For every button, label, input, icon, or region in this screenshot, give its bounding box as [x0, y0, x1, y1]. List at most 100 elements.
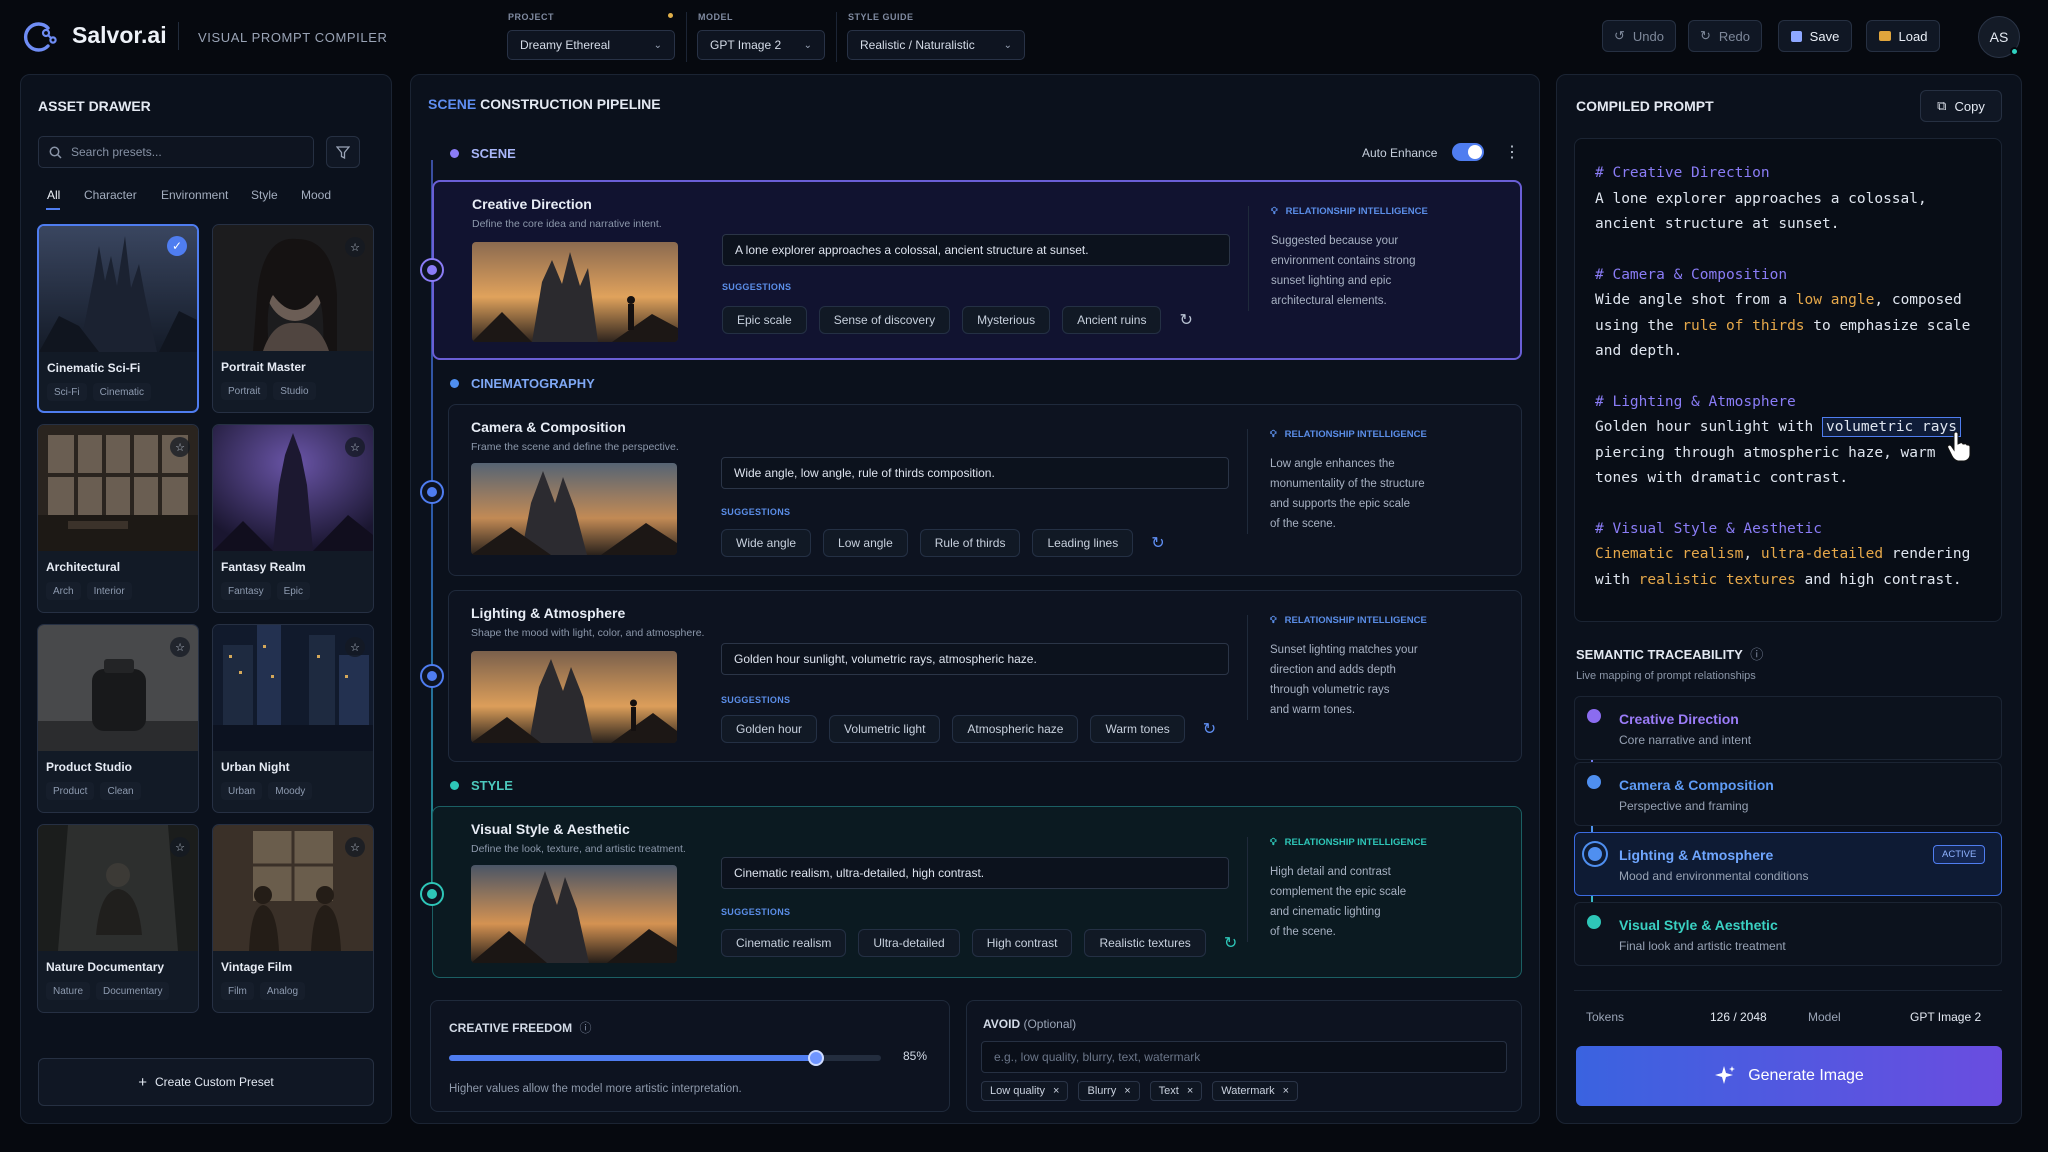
- trace-item-creative-direction[interactable]: Creative Direction Core narrative and in…: [1574, 696, 2002, 760]
- save-button[interactable]: Save: [1778, 20, 1852, 52]
- search-input[interactable]: Search presets...: [38, 136, 314, 168]
- close-icon[interactable]: ×: [1124, 1085, 1130, 1097]
- mouse-cursor-icon: [1946, 432, 1972, 462]
- model-select[interactable]: GPT Image 2 ⌄: [697, 30, 825, 60]
- suggestion-chip[interactable]: Rule of thirds: [919, 529, 1021, 557]
- close-icon[interactable]: ×: [1283, 1085, 1289, 1097]
- favorite-star-icon[interactable]: ☆: [345, 837, 365, 857]
- chevron-down-icon: ⌄: [1003, 39, 1012, 51]
- trace-item-camera-composition[interactable]: Camera & Composition Perspective and fra…: [1574, 762, 2002, 826]
- load-button[interactable]: Load: [1866, 20, 1940, 52]
- refresh-icon[interactable]: ↻: [1151, 533, 1164, 553]
- code-heading: # Lighting & Atmosphere: [1595, 393, 1796, 410]
- favorite-star-icon[interactable]: ☆: [170, 437, 190, 457]
- code-text: rendering: [1883, 546, 1971, 562]
- redo-button[interactable]: ↻ Redo: [1688, 20, 1762, 52]
- step-node[interactable]: [420, 882, 444, 906]
- generate-image-button[interactable]: Generate Image: [1576, 1046, 2002, 1106]
- suggestion-chip[interactable]: Warm tones: [1090, 715, 1185, 743]
- tab-environment[interactable]: Environment: [161, 188, 228, 202]
- trace-item-lighting-atmosphere[interactable]: Lighting & Atmosphere Mood and environme…: [1574, 832, 2002, 896]
- undo-button[interactable]: ↺ Undo: [1602, 20, 1676, 52]
- pipeline-title-accent: SCENE: [428, 96, 477, 112]
- trace-item-visual-style[interactable]: Visual Style & Aesthetic Final look and …: [1574, 902, 2002, 966]
- suggestion-chip[interactable]: Atmospheric haze: [952, 715, 1079, 743]
- ri-line: Sunset lighting matches your: [1270, 644, 1418, 656]
- step-thumbnail: [471, 651, 677, 743]
- compiled-prompt-title: COMPILED PROMPT: [1576, 98, 1714, 114]
- suggestion-chip[interactable]: High contrast: [971, 929, 1073, 957]
- preset-card-architectural[interactable]: ☆ Architectural Arch Interior: [37, 424, 199, 613]
- creative-direction-input[interactable]: A lone explorer approaches a colossal, a…: [722, 234, 1230, 266]
- suggestion-chip[interactable]: Wide angle: [721, 529, 812, 557]
- project-select[interactable]: Dreamy Ethereal ⌄: [507, 30, 675, 60]
- close-icon[interactable]: ×: [1187, 1085, 1193, 1097]
- close-icon[interactable]: ×: [1053, 1085, 1059, 1097]
- preset-title: Portrait Master: [221, 360, 306, 374]
- tab-all[interactable]: All: [47, 188, 60, 202]
- active-badge: ACTIVE: [1933, 845, 1986, 864]
- model-value: GPT Image 2: [710, 38, 782, 52]
- chevron-down-icon: ⌄: [653, 39, 662, 51]
- avoid-input[interactable]: e.g., low quality, blurry, text, waterma…: [981, 1041, 1507, 1073]
- trace-title: Camera & Composition: [1619, 777, 1774, 793]
- preset-card-cinematic-scifi[interactable]: ✓ Cinematic Sci-Fi Sci-Fi Cinematic: [37, 224, 199, 413]
- step-node[interactable]: [420, 664, 444, 688]
- tab-character[interactable]: Character: [84, 188, 137, 202]
- create-custom-preset-button[interactable]: + Create Custom Preset: [38, 1058, 374, 1106]
- avoid-card: AVOID (Optional) e.g., low quality, blur…: [966, 1000, 1522, 1112]
- suggestion-chip[interactable]: Ultra-detailed: [858, 929, 960, 957]
- favorite-star-icon[interactable]: ☆: [170, 637, 190, 657]
- trace-title: Visual Style & Aesthetic: [1619, 917, 1778, 933]
- ri-line: sunset lighting and epic: [1271, 275, 1392, 287]
- filter-button[interactable]: [326, 136, 360, 168]
- step-node[interactable]: [420, 480, 444, 504]
- refresh-icon[interactable]: ↻: [1224, 933, 1237, 953]
- tab-mood[interactable]: Mood: [301, 188, 331, 202]
- auto-enhance-toggle[interactable]: [1452, 143, 1484, 161]
- ri-line: and supports the epic scale: [1270, 498, 1411, 510]
- favorite-star-icon[interactable]: ☆: [170, 837, 190, 857]
- visual-style-input[interactable]: Cinematic realism, ultra-detailed, high …: [721, 857, 1229, 889]
- preset-card-vintage-film[interactable]: ☆ Vintage Film Film Analog: [212, 824, 374, 1013]
- refresh-icon[interactable]: ↻: [1179, 310, 1192, 330]
- ri-line: Suggested because your: [1271, 235, 1399, 247]
- preset-card-nature-documentary[interactable]: ☆ Nature Documentary Nature Documentary: [37, 824, 199, 1013]
- tab-style[interactable]: Style: [251, 188, 278, 202]
- style-guide-select[interactable]: Realistic / Naturalistic ⌄: [847, 30, 1025, 60]
- step-node[interactable]: [420, 258, 444, 282]
- footer-divider: [1574, 990, 2002, 991]
- copy-button[interactable]: ⧉ Copy: [1920, 90, 2002, 122]
- refresh-icon[interactable]: ↻: [1203, 719, 1216, 739]
- camera-composition-input[interactable]: Wide angle, low angle, rule of thirds co…: [721, 457, 1229, 489]
- trace-title: Creative Direction: [1619, 711, 1739, 727]
- suggestion-chip[interactable]: Mysterious: [962, 306, 1051, 334]
- suggestion-chip[interactable]: Golden hour: [721, 715, 818, 743]
- suggestion-chip[interactable]: Cinematic realism: [721, 929, 847, 957]
- suggestion-chip[interactable]: Ancient ruins: [1062, 306, 1162, 334]
- suggestion-chip[interactable]: Volumetric light: [829, 715, 941, 743]
- suggestion-chip[interactable]: Leading lines: [1032, 529, 1134, 557]
- code-line: with realistic textures and high contras…: [1595, 568, 1981, 594]
- preset-title: Fantasy Realm: [221, 560, 306, 574]
- suggestion-chip[interactable]: Sense of discovery: [818, 306, 951, 334]
- preset-card-product-studio[interactable]: ☆ Product Studio Product Clean: [37, 624, 199, 813]
- lighting-atmosphere-input[interactable]: Golden hour sunlight, volumetric rays, a…: [721, 643, 1229, 675]
- preset-card-urban-night[interactable]: ☆ Urban Night Urban Moody: [212, 624, 374, 813]
- app-name: Salvor.ai: [72, 22, 167, 48]
- code-highlight[interactable]: volumetric rays: [1821, 417, 1961, 437]
- ri-body: Sunset lighting matches your direction an…: [1270, 640, 1459, 720]
- suggestion-chip[interactable]: Epic scale: [722, 306, 807, 334]
- toggle-knob: [1468, 145, 1482, 159]
- step-lighting-atmosphere: Lighting & Atmosphere Shape the mood wit…: [448, 590, 1522, 762]
- favorite-star-icon[interactable]: ☆: [345, 237, 365, 257]
- suggestion-chip[interactable]: Realistic textures: [1084, 929, 1206, 957]
- suggestion-chip[interactable]: Low angle: [823, 529, 908, 557]
- slider-thumb[interactable]: [808, 1050, 825, 1066]
- creative-freedom-slider[interactable]: [449, 1050, 881, 1066]
- preset-card-portrait-master[interactable]: ☆ Portrait Master Portrait Studio: [212, 224, 374, 413]
- more-options-icon[interactable]: ⋮: [1504, 142, 1520, 162]
- favorite-star-icon[interactable]: ☆: [345, 437, 365, 457]
- favorite-star-icon[interactable]: ☆: [345, 637, 365, 657]
- preset-card-fantasy-realm[interactable]: ☆ Fantasy Realm Fantasy Epic: [212, 424, 374, 613]
